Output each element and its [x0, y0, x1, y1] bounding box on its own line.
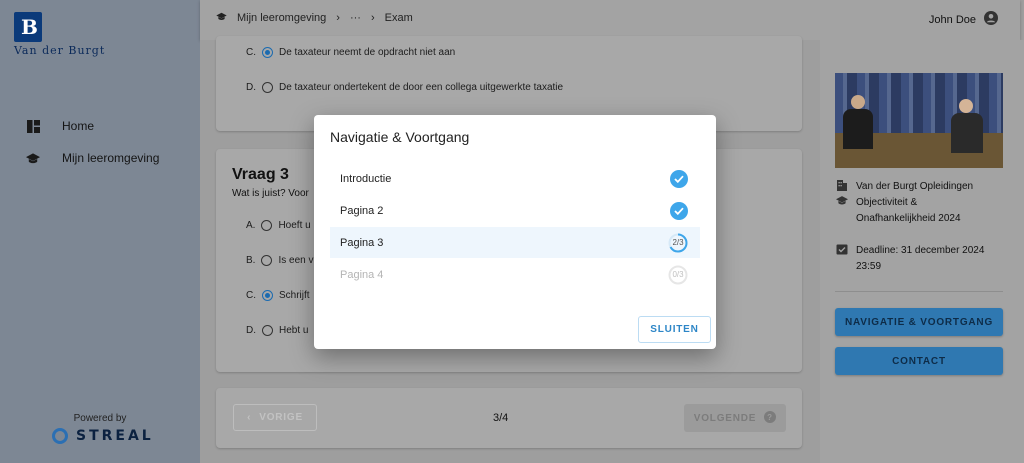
answer-option-d[interactable]: D. De taxateur ondertekent de door een c… [246, 82, 563, 93]
answer-option-c[interactable]: C. Schrijft [246, 290, 310, 301]
option-text: Hebt u [279, 325, 309, 336]
progress-text: 0/3 [672, 270, 684, 279]
option-letter: D. [246, 82, 256, 93]
navigation-progress-dialog: Navigatie & Voortgang Introductie Pagina… [314, 115, 716, 349]
top-bar: Mijn leeromgeving › ··· › Exam John Doe [200, 0, 1020, 40]
user-name: John Doe [928, 13, 976, 26]
radio[interactable] [261, 255, 273, 266]
chevron-left-icon: ‹ [247, 412, 252, 423]
chevron-right-icon: › [336, 12, 340, 24]
close-button[interactable]: SLUITEN [638, 316, 711, 343]
progress-row-introductie[interactable]: Introductie [330, 163, 700, 194]
graduation-cap-icon [836, 195, 848, 227]
help-icon: ? [764, 410, 777, 426]
progress-row-pagina-4[interactable]: Pagina 4 0/3 [330, 259, 700, 290]
streal-logo[interactable]: STREAL [52, 428, 154, 444]
row-label: Pagina 2 [340, 204, 384, 217]
answer-option-c[interactable]: C. De taxateur neemt de opdracht niet aa… [246, 47, 455, 58]
option-text: De taxateur ondertekent de door een coll… [279, 82, 564, 93]
option-text: De taxateur neemt de opdracht niet aan [279, 47, 456, 58]
progress-text: 2/3 [672, 238, 684, 247]
logo-mark: B [14, 12, 42, 42]
deadline-text: Deadline: 31 december 2024 23:59 [856, 245, 985, 272]
radio-selected[interactable] [262, 290, 273, 301]
radio[interactable] [262, 82, 273, 93]
row-label: Pagina 3 [340, 236, 384, 249]
option-letter: C. [246, 290, 256, 301]
graduation-cap-icon [26, 151, 40, 165]
row-label: Pagina 4 [340, 268, 384, 281]
progress-ring-icon: 0/3 [668, 265, 688, 285]
divider [835, 291, 1003, 292]
radio-selected[interactable] [262, 47, 273, 58]
progress-row-pagina-3[interactable]: Pagina 3 2/3 [330, 227, 700, 258]
next-label: VOLGENDE [693, 412, 757, 424]
question-title: Vraag 3 [232, 166, 289, 183]
progress-row-pagina-2[interactable]: Pagina 2 [330, 195, 700, 226]
dashboard-icon [26, 119, 40, 133]
sidebar-item-home[interactable]: Home [26, 119, 94, 133]
option-letter: B. [246, 255, 256, 266]
graduation-cap-icon [216, 12, 227, 24]
streal-wordmark: STREAL [76, 428, 154, 444]
brand-logo[interactable]: B Van der Burgt [14, 12, 104, 57]
navigation-progress-button[interactable]: NAVIGATIE & VOORTGANG [835, 308, 1003, 336]
sidebar-item-label: Mijn leeromgeving [62, 151, 160, 165]
next-button[interactable]: VOLGENDE ? [684, 404, 786, 432]
breadcrumb-item-leeromgeving[interactable]: Mijn leeromgeving [237, 12, 326, 24]
pager-card: ‹ VORIGE 3/4 VOLGENDE ? [216, 388, 802, 448]
course-info-panel: Van der Burgt Opleidingen Objectiviteit … [820, 40, 1024, 463]
option-text: Is een v [278, 255, 314, 266]
previous-label: VORIGE [259, 412, 303, 423]
contact-button[interactable]: CONTACT [835, 347, 1003, 375]
streal-ring-icon [52, 428, 68, 444]
sidebar-item-mijn-leeromgeving[interactable]: Mijn leeromgeving [26, 151, 159, 165]
breadcrumb: Mijn leeromgeving › ··· › Exam [216, 12, 413, 24]
powered-by-label: Powered by [73, 413, 127, 424]
option-letter: D. [246, 325, 256, 336]
course-row: Objectiviteit & Onafhankelijkheid 2024 [836, 195, 961, 227]
answer-option-d[interactable]: D. Hebt u [246, 325, 308, 336]
calendar-check-icon [836, 243, 848, 275]
dialog-title: Navigatie & Voortgang [330, 129, 470, 145]
previous-button[interactable]: ‹ VORIGE [233, 404, 317, 431]
radio[interactable] [261, 220, 273, 231]
breadcrumb-item-exam[interactable]: Exam [385, 12, 413, 24]
svg-text:?: ? [767, 413, 773, 422]
chevron-right-icon: › [370, 12, 375, 24]
course-name: Objectiviteit & Onafhankelijkheid 2024 [856, 197, 961, 224]
option-text: Hoeft u [278, 220, 311, 231]
sidebar: B Van der Burgt Home Mijn leeromgeving P… [0, 0, 200, 463]
option-text: Schrijft [279, 290, 310, 301]
progress-ring-icon: 2/3 [668, 233, 688, 253]
logo-text: Van der Burgt [14, 44, 106, 57]
deadline-row: Deadline: 31 december 2024 23:59 [836, 243, 984, 275]
account-icon [984, 11, 998, 28]
user-menu[interactable]: John Doe [929, 11, 998, 28]
row-label: Introductie [340, 172, 392, 185]
question-prompt: Wat is juist? Voor [232, 188, 309, 199]
check-circle-icon [670, 201, 688, 220]
option-letter: C. [246, 47, 256, 58]
answer-option-b[interactable]: B. Is een v [246, 255, 313, 266]
option-letter: A. [246, 220, 256, 231]
radio[interactable] [262, 325, 273, 336]
check-circle-icon [670, 169, 688, 188]
page-counter: 3/4 [493, 412, 509, 424]
breadcrumb-item-ellipsis[interactable]: ··· [350, 12, 361, 24]
course-video-thumbnail[interactable] [835, 73, 1003, 168]
sidebar-item-label: Home [62, 119, 95, 133]
answer-option-a[interactable]: A. Hoeft u [246, 220, 311, 231]
